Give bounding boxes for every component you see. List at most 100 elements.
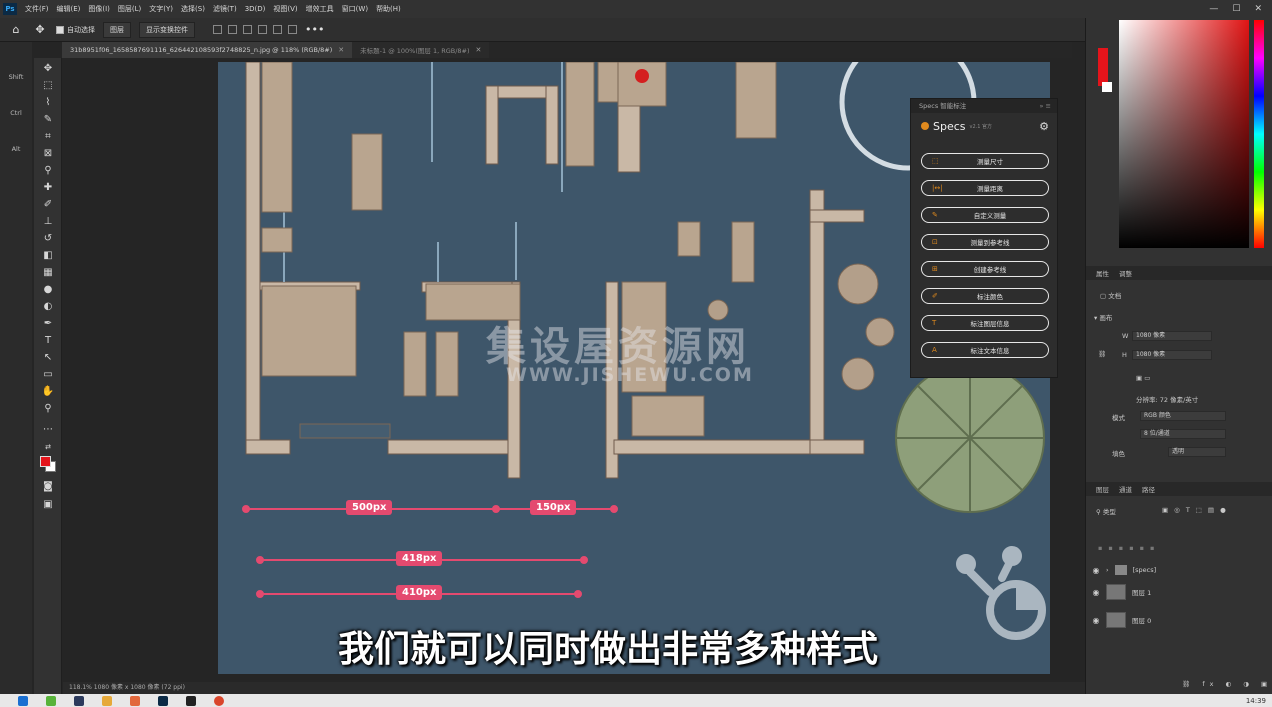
close-icon[interactable]: ✕ bbox=[1254, 4, 1262, 14]
close-tab-icon[interactable]: ✕ bbox=[338, 46, 344, 54]
home-icon[interactable]: ⌂ bbox=[8, 23, 24, 36]
menu-image[interactable]: 图像(I) bbox=[84, 4, 114, 14]
gear-icon[interactable]: ⚙ bbox=[1039, 120, 1049, 133]
background-color-indicator[interactable] bbox=[1102, 82, 1112, 92]
chevron-right-icon[interactable]: › bbox=[1106, 566, 1109, 574]
layer-filter[interactable]: ⚲ 类型 bbox=[1096, 506, 1116, 516]
shift-key[interactable]: Shift bbox=[4, 70, 28, 84]
current-color-indicator[interactable] bbox=[1098, 48, 1108, 86]
align-bottom-icon[interactable] bbox=[288, 25, 297, 34]
blur-tool-icon[interactable]: ● bbox=[40, 283, 56, 297]
photoshop-icon[interactable] bbox=[158, 695, 168, 706]
zoom-tool-icon[interactable]: ⚲ bbox=[40, 402, 56, 416]
mode-select[interactable]: RGB 颜色 bbox=[1140, 411, 1226, 421]
app-icon[interactable] bbox=[46, 695, 56, 706]
dodge-tool-icon[interactable]: ◐ bbox=[40, 300, 56, 314]
tab-document-2[interactable]: 未标题-1 @ 100%(图层 1, RGB/8#) ✕ bbox=[352, 42, 490, 58]
width-field[interactable]: 1080 像素 bbox=[1132, 331, 1212, 341]
frame-tool-icon[interactable]: ⊠ bbox=[40, 147, 56, 161]
layer-row-specs-group[interactable]: ◉ › [specs] bbox=[1086, 558, 1272, 582]
eye-icon[interactable]: ◉ bbox=[1086, 566, 1106, 575]
tab-layers[interactable]: 图层 bbox=[1096, 484, 1109, 494]
align-left-icon[interactable] bbox=[213, 25, 222, 34]
specs-panel-header[interactable]: Specs 智能标注 » ≡ bbox=[911, 99, 1057, 113]
more-tools-icon[interactable]: ⋯ bbox=[40, 423, 56, 437]
tab-adjustments[interactable]: 调整 bbox=[1119, 268, 1132, 278]
orientation-icons[interactable]: ▣ ▭ bbox=[1136, 374, 1150, 382]
pen-tool-icon[interactable]: ✒ bbox=[40, 317, 56, 331]
layer-row-layer-1[interactable]: ◉ 图层 1 bbox=[1086, 580, 1272, 604]
history-brush-icon[interactable]: ↺ bbox=[40, 232, 56, 246]
path-select-icon[interactable]: ↖ bbox=[40, 351, 56, 365]
measure-to-guide-button[interactable]: ⊡ 测量到参考线 bbox=[921, 234, 1049, 250]
foreground-color-swatch[interactable] bbox=[40, 456, 51, 467]
tab-document-1[interactable]: 31b8951f06_1658587691116_626442108593f27… bbox=[62, 42, 353, 58]
swap-colors-icon[interactable]: ⇄ bbox=[40, 440, 56, 454]
type-tool-icon[interactable]: T bbox=[40, 334, 56, 348]
eraser-tool-icon[interactable]: ◧ bbox=[40, 249, 56, 263]
app-icon[interactable] bbox=[186, 695, 196, 706]
healing-tool-icon[interactable]: ✚ bbox=[40, 181, 56, 195]
height-field[interactable]: 1080 像素 bbox=[1132, 350, 1212, 360]
hand-tool-icon[interactable]: ✋ bbox=[40, 385, 56, 399]
menu-select[interactable]: 选择(S) bbox=[177, 4, 209, 14]
align-middle-icon[interactable] bbox=[273, 25, 282, 34]
annotate-text-info-button[interactable]: A 标注文本信息 bbox=[921, 342, 1049, 358]
hue-slider[interactable] bbox=[1254, 20, 1264, 248]
layer-filter-icons[interactable]: ▣◎T⬚▤● bbox=[1162, 506, 1232, 514]
custom-measure-button[interactable]: ✎ 自定义测量 bbox=[921, 207, 1049, 223]
bit-depth-select[interactable]: 8 位/通道 bbox=[1140, 429, 1226, 439]
brush-tool-icon[interactable]: ✐ bbox=[40, 198, 56, 212]
app-icon[interactable] bbox=[74, 695, 84, 706]
eyedropper-tool-icon[interactable]: ⚲ bbox=[40, 164, 56, 178]
ctrl-key[interactable]: Ctrl bbox=[4, 106, 28, 120]
measure-size-button[interactable]: ⬚ 测量尺寸 bbox=[921, 153, 1049, 169]
gradient-tool-icon[interactable]: ▦ bbox=[40, 266, 56, 280]
move-tool-icon[interactable]: ✥ bbox=[32, 23, 48, 36]
marquee-tool-icon[interactable]: ⬚ bbox=[40, 79, 56, 93]
align-right-icon[interactable] bbox=[243, 25, 252, 34]
tab-channels[interactable]: 通道 bbox=[1119, 484, 1132, 494]
annotate-layer-info-button[interactable]: T 标注图层信息 bbox=[921, 315, 1049, 331]
close-tab-icon[interactable]: ✕ bbox=[476, 46, 482, 54]
alt-key[interactable]: Alt bbox=[4, 142, 28, 156]
canvas-section-label[interactable]: ▾ 画布 bbox=[1094, 312, 1112, 322]
lasso-tool-icon[interactable]: ⌇ bbox=[40, 96, 56, 110]
eye-icon[interactable]: ◉ bbox=[1086, 588, 1106, 597]
menu-file[interactable]: 文件(F) bbox=[21, 4, 53, 14]
create-guide-button[interactable]: ⊞ 创建参考线 bbox=[921, 261, 1049, 277]
eye-icon[interactable]: ◉ bbox=[1086, 616, 1106, 625]
color-picker-field[interactable] bbox=[1119, 20, 1249, 248]
move-tool-icon[interactable]: ✥ bbox=[40, 62, 56, 76]
menu-plugins[interactable]: 增效工具 bbox=[302, 4, 338, 14]
maximize-icon[interactable]: ☐ bbox=[1232, 4, 1240, 14]
rectangle-tool-icon[interactable]: ▭ bbox=[40, 368, 56, 382]
minimize-icon[interactable]: — bbox=[1209, 4, 1218, 14]
link-icon[interactable]: ⛓ bbox=[1098, 350, 1106, 358]
screen-mode-icon[interactable]: ▣ bbox=[40, 498, 56, 512]
more-options-icon[interactable]: ••• bbox=[305, 23, 324, 36]
menu-help[interactable]: 帮助(H) bbox=[372, 4, 405, 14]
menu-window[interactable]: 窗口(W) bbox=[338, 4, 372, 14]
menu-3d[interactable]: 3D(D) bbox=[241, 5, 270, 13]
show-transform-controls[interactable]: 显示变换控件 bbox=[139, 21, 195, 38]
stamp-tool-icon[interactable]: ⊥ bbox=[40, 215, 56, 229]
layer-actions-icons[interactable]: ⛓ fx ◐ ◑ ▣ ✚ 🗑 bbox=[1182, 680, 1272, 688]
app-icon[interactable] bbox=[130, 695, 140, 706]
align-top-icon[interactable] bbox=[258, 25, 267, 34]
layer-row-layer-0[interactable]: ◉ 图层 0 bbox=[1086, 608, 1272, 632]
chrome-icon[interactable] bbox=[214, 695, 224, 706]
menu-view[interactable]: 视图(V) bbox=[269, 4, 301, 14]
folder-icon[interactable] bbox=[102, 695, 112, 706]
menu-edit[interactable]: 编辑(E) bbox=[53, 4, 85, 14]
fill-select[interactable]: 透明 bbox=[1168, 447, 1226, 457]
align-center-icon[interactable] bbox=[228, 25, 237, 34]
layer-select-dropdown[interactable]: 图层 bbox=[103, 21, 131, 38]
quick-select-tool-icon[interactable]: ✎ bbox=[40, 113, 56, 127]
crop-tool-icon[interactable]: ⌗ bbox=[40, 130, 56, 144]
layer-lock-icons[interactable]: ▪▪▪▪▪▪ bbox=[1098, 544, 1160, 552]
auto-select-checkbox[interactable]: 自动选择 bbox=[56, 25, 95, 35]
quick-mask-icon[interactable]: ◙ bbox=[40, 480, 56, 494]
menu-type[interactable]: 文字(Y) bbox=[145, 4, 177, 14]
menu-filter[interactable]: 滤镜(T) bbox=[209, 4, 241, 14]
